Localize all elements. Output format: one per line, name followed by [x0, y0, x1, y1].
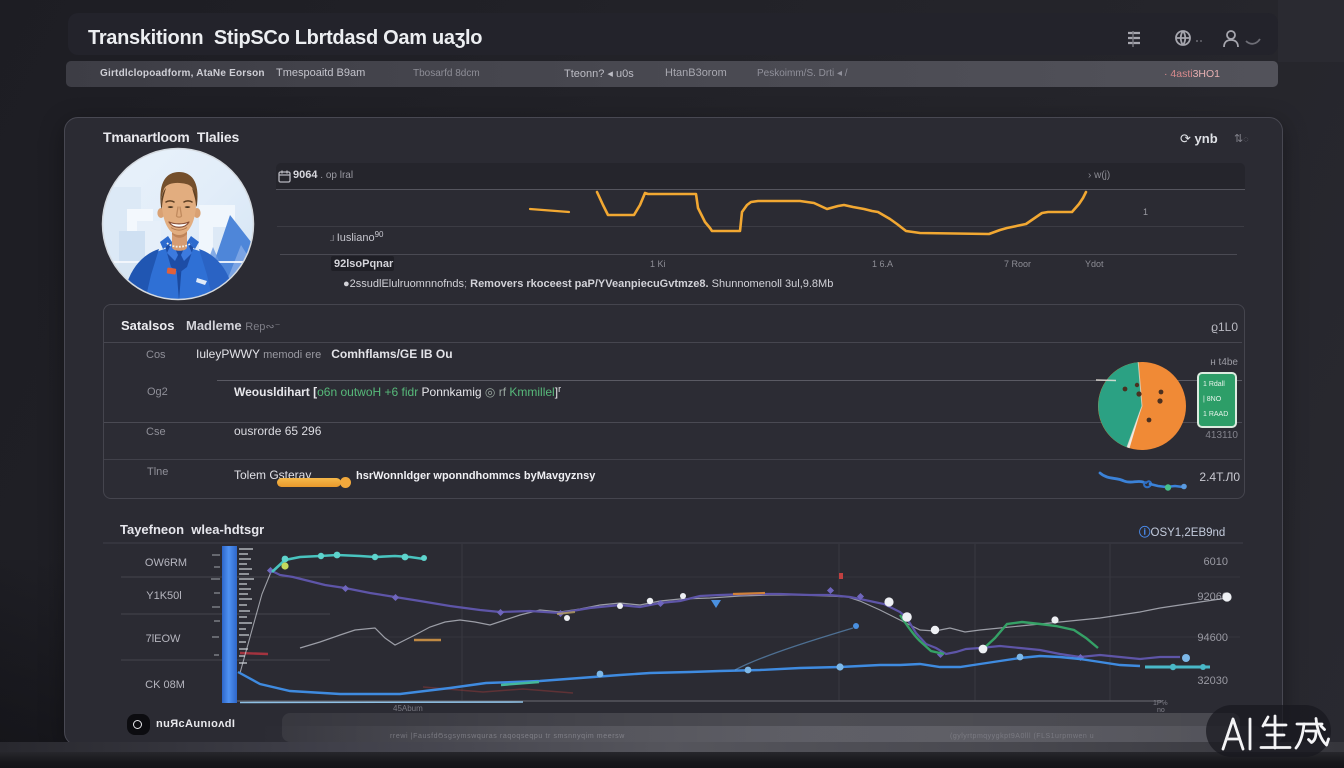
- svg-text:7lEOW: 7lEOW: [146, 633, 181, 645]
- svg-text:Y1K50l: Y1K50l: [146, 590, 181, 602]
- svg-text:6010: 6010: [1204, 556, 1228, 568]
- svg-text:94600: 94600: [1197, 632, 1228, 644]
- svg-text:32030: 32030: [1197, 675, 1228, 687]
- svg-text:CK 08M: CK 08M: [145, 679, 185, 691]
- svg-text:1P℅: 1P℅: [1153, 700, 1169, 707]
- svg-text:OW6RM: OW6RM: [145, 557, 187, 569]
- svg-text:45Abum: 45Abum: [393, 704, 423, 713]
